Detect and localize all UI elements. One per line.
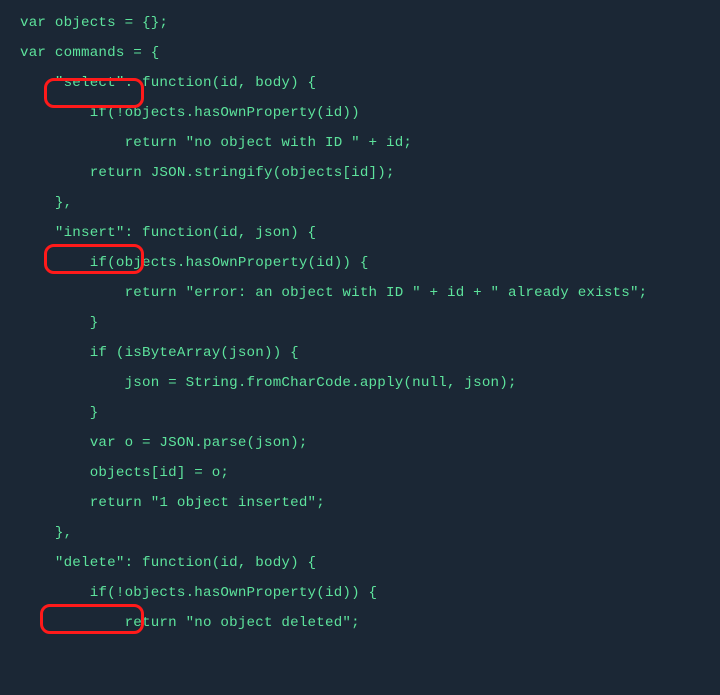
code-line-13: json = String.fromCharCode.apply(null, j… [20,375,517,391]
code-line-20: if(!objects.hasOwnProperty(id)) { [20,585,377,601]
code-line-15: var o = JSON.parse(json); [20,435,308,451]
code-line-17: return "1 object inserted"; [20,495,325,511]
code-line-18: }, [20,525,72,541]
code-line-8: "insert": function(id, json) { [20,225,316,241]
code-line-19: "delete": function(id, body) { [20,555,316,571]
code-line-14: } [20,405,98,421]
code-line-9: if(objects.hasOwnProperty(id)) { [20,255,369,271]
code-line-7: }, [20,195,72,211]
code-line-11: } [20,315,98,331]
code-line-10: return "error: an object with ID " + id … [20,285,647,301]
code-line-6: return JSON.stringify(objects[id]); [20,165,395,181]
code-line-12: if (isByteArray(json)) { [20,345,299,361]
code-line-2: var commands = { [20,45,159,61]
code-line-5: return "no object with ID " + id; [20,135,412,151]
code-line-21: return "no object deleted"; [20,615,360,631]
code-line-3: "select": function(id, body) { [20,75,316,91]
code-line-4: if(!objects.hasOwnProperty(id)) [20,105,360,121]
code-line-16: objects[id] = o; [20,465,229,481]
code-block: var objects = {}; var commands = { "sele… [0,0,720,638]
code-line-1: var objects = {}; [20,15,168,31]
